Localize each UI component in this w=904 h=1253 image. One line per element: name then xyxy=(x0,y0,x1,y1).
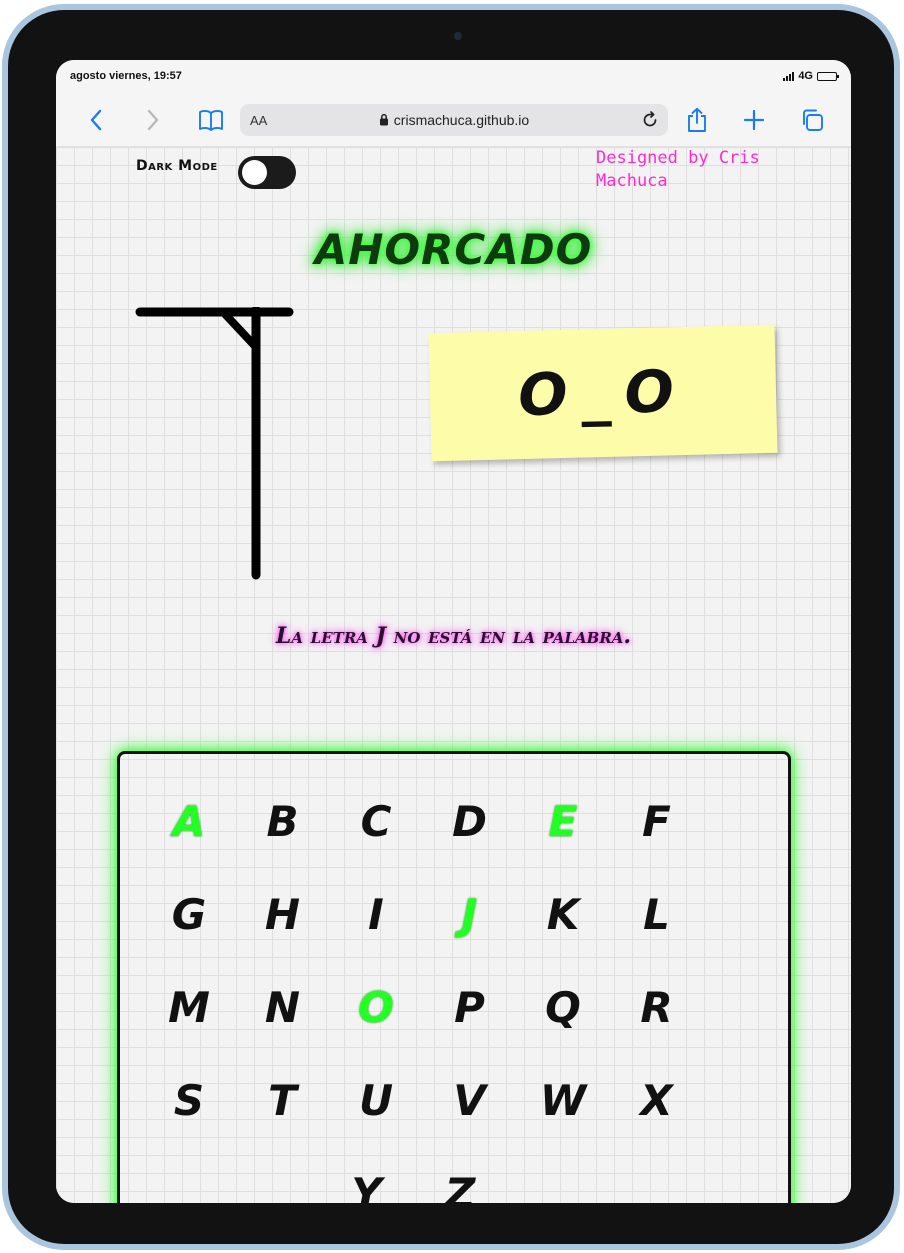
web-page: Dark Mode Designed by Cris Machuca AHORC… xyxy=(56,147,851,1203)
chevron-right-icon xyxy=(147,109,159,131)
url-text: crismachuca.github.io xyxy=(393,112,530,128)
letter-key-k[interactable]: K xyxy=(533,884,593,944)
dark-mode-label: Dark Mode xyxy=(136,158,218,174)
letter-keyboard: ABCDEF GHIJKL MNOPQR STUVWX YZ xyxy=(117,751,791,1203)
network-type: 4G xyxy=(798,70,813,82)
letter-key-l[interactable]: L xyxy=(627,884,687,944)
back-button[interactable] xyxy=(82,106,110,134)
address-bar[interactable]: AA crismachuca.github.io xyxy=(240,104,668,136)
tabs-icon xyxy=(803,109,823,131)
letter-key-j[interactable]: J xyxy=(440,884,500,944)
letter-key-h[interactable]: H xyxy=(253,884,313,944)
letter-key-f[interactable]: F xyxy=(627,791,687,851)
tabs-button[interactable] xyxy=(798,106,826,134)
chevron-left-icon xyxy=(90,109,102,131)
letter-key-m[interactable]: M xyxy=(159,977,219,1037)
letter-key-s[interactable]: S xyxy=(159,1070,219,1130)
battery-icon xyxy=(817,71,839,81)
letter-key-w[interactable]: W xyxy=(533,1070,593,1130)
letter-key-o[interactable]: O xyxy=(346,977,406,1037)
new-tab-button[interactable] xyxy=(740,106,768,134)
share-icon xyxy=(688,107,706,132)
front-camera xyxy=(454,32,462,40)
url-display: crismachuca.github.io xyxy=(240,112,668,128)
letter-key-d[interactable]: D xyxy=(440,791,500,851)
designer-credit: Designed by Cris Machuca xyxy=(596,148,760,191)
screen: agosto viernes, 19:57 4G AA crismachuca.… xyxy=(56,60,851,1203)
book-icon xyxy=(199,110,223,131)
cellular-signal-icon xyxy=(783,71,795,81)
gallows-brace xyxy=(220,309,258,349)
letter-key-a[interactable]: A xyxy=(159,791,219,851)
letter-key-e[interactable]: E xyxy=(533,791,593,851)
plus-icon xyxy=(744,110,764,130)
bookmarks-button[interactable] xyxy=(197,106,225,134)
gallows-drawing xyxy=(135,307,294,580)
forward-button[interactable] xyxy=(139,106,167,134)
dark-mode-toggle[interactable] xyxy=(238,156,296,189)
letter-key-n[interactable]: N xyxy=(253,977,313,1037)
share-button[interactable] xyxy=(683,106,711,134)
browser-toolbar: AA crismachuca.github.io xyxy=(56,94,851,147)
letter-key-b[interactable]: B xyxy=(253,791,313,851)
word-sticky-note: O_O xyxy=(428,324,778,462)
status-bar: agosto viernes, 19:57 4G xyxy=(56,60,851,94)
hidden-word: O_O xyxy=(517,356,689,430)
letter-key-p[interactable]: P xyxy=(440,977,500,1037)
game-title: AHORCADO xyxy=(314,225,593,274)
letter-key-z[interactable]: Z xyxy=(430,1163,490,1204)
letter-key-c[interactable]: C xyxy=(346,791,406,851)
ipad-frame: agosto viernes, 19:57 4G AA crismachuca.… xyxy=(2,4,900,1250)
reload-icon[interactable] xyxy=(640,110,660,130)
letter-key-t[interactable]: T xyxy=(253,1070,313,1130)
letter-key-v[interactable]: V xyxy=(440,1070,500,1130)
letter-key-i[interactable]: I xyxy=(346,884,406,944)
game-message: La letra J no está en la palabra. xyxy=(275,623,632,649)
letter-key-x[interactable]: X xyxy=(627,1070,687,1130)
letter-key-q[interactable]: Q xyxy=(533,977,593,1037)
status-indicators: 4G xyxy=(783,70,839,82)
letter-key-g[interactable]: G xyxy=(159,884,219,944)
letter-key-y[interactable]: Y xyxy=(337,1163,397,1204)
lock-icon xyxy=(379,113,388,126)
letter-key-u[interactable]: U xyxy=(346,1070,406,1130)
letter-key-r[interactable]: R xyxy=(627,977,687,1037)
toggle-knob xyxy=(242,160,267,185)
status-time: agosto viernes, 19:57 xyxy=(70,70,182,82)
